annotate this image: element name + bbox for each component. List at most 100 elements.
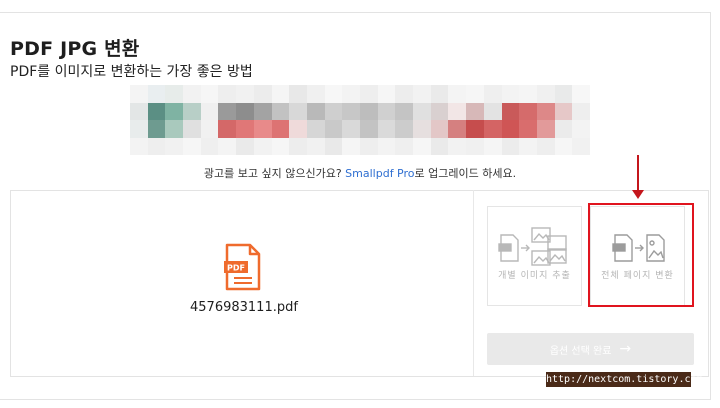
ad-pixel (183, 102, 201, 120)
ad-pixel (147, 85, 166, 103)
file-name: 4576983111.pdf (190, 300, 298, 315)
ad-pixel (324, 137, 343, 155)
ad-pixel (519, 120, 537, 138)
ad-pixel (483, 137, 502, 155)
ad-pixel (271, 120, 290, 138)
ad-pixel (306, 85, 325, 103)
panel-divider (473, 190, 474, 376)
ad-pixel (519, 137, 537, 155)
ad-pixel (377, 120, 396, 138)
ad-pixel (483, 102, 502, 120)
ad-pixel (395, 120, 414, 138)
ad-pixel (466, 102, 484, 120)
ad-pixel (554, 102, 573, 120)
option-extract-label: 개별 이미지 추출 (498, 271, 571, 281)
ad-pixel (395, 85, 414, 103)
ad-pixel (289, 137, 307, 155)
ad-pixel (200, 102, 219, 120)
ad-pixel (253, 137, 272, 155)
highlight-box (588, 203, 694, 307)
ad-pixel (430, 137, 449, 155)
ad-pixel (519, 102, 537, 120)
arrow-right-icon: → (619, 341, 632, 357)
ad-pixel (413, 137, 431, 155)
ad-pixel (147, 137, 166, 155)
ad-banner[interactable] (130, 85, 590, 155)
ad-pixel (536, 120, 555, 138)
pdf-icon-label: PDF (227, 264, 245, 273)
ad-pixel (236, 120, 254, 138)
ad-pixel (466, 137, 484, 155)
ad-pixel (430, 102, 449, 120)
ad-pixel (200, 120, 219, 138)
promo-text: 광고를 보고 싶지 않으신가요? Smallpdf Pro로 업그레이드 하세요… (203, 167, 517, 180)
ad-pixel (501, 137, 520, 155)
ad-pixel (130, 85, 148, 103)
ad-pixel (430, 85, 449, 103)
ad-pixel (395, 102, 414, 120)
ad-pixel (377, 102, 396, 120)
ad-pixel (554, 137, 573, 155)
ad-pixel (200, 85, 219, 103)
ad-pixel (236, 102, 254, 120)
ad-pixel (572, 137, 590, 155)
ad-pixel (377, 137, 396, 155)
confirm-options-button[interactable]: 옵션 선택 완료 → (487, 333, 694, 365)
ad-pixel (306, 137, 325, 155)
annotation-arrow-head (632, 190, 644, 199)
ad-pixel (342, 137, 360, 155)
ad-pixel (306, 120, 325, 138)
upgrade-link[interactable]: Smallpdf Pro (345, 167, 414, 180)
ad-pixel (218, 120, 237, 138)
ad-pixel (448, 102, 467, 120)
ad-pixel (572, 120, 590, 138)
ad-pixel (413, 102, 431, 120)
option-extract-images[interactable]: 개별 이미지 추출 (487, 206, 582, 306)
ad-pixel (466, 120, 484, 138)
ad-pixel (183, 85, 201, 103)
ad-pixel (536, 85, 555, 103)
ad-pixel (306, 102, 325, 120)
ad-pixel (147, 102, 166, 120)
watermark: http://nextcom.tistory.com (546, 372, 703, 387)
ad-pixel (536, 102, 555, 120)
ad-pixel (360, 102, 378, 120)
ad-pixel (501, 120, 520, 138)
ad-pixel (183, 120, 201, 138)
ad-pixel (554, 85, 573, 103)
ad-pixel (395, 137, 414, 155)
ad-pixel (324, 120, 343, 138)
ad-pixel (271, 102, 290, 120)
ad-pixel (342, 85, 360, 103)
ad-pixel (360, 120, 378, 138)
ad-pixel (572, 102, 590, 120)
ad-pixel (360, 85, 378, 103)
ad-pixel (130, 120, 148, 138)
ad-pixel (271, 85, 290, 103)
ad-pixel (342, 120, 360, 138)
annotation-arrow (637, 155, 639, 193)
ad-pixel (165, 102, 184, 120)
ad-pixel (554, 120, 573, 138)
ad-pixel (253, 102, 272, 120)
ad-pixel (200, 137, 219, 155)
ad-pixel (165, 120, 184, 138)
ad-pixel (165, 137, 184, 155)
ad-pixel (483, 85, 502, 103)
ad-pixel (147, 120, 166, 138)
ad-pixel (519, 85, 537, 103)
ad-pixel (324, 85, 343, 103)
ad-pixel (377, 85, 396, 103)
ad-pixel (130, 137, 148, 155)
ad-pixel (253, 85, 272, 103)
ad-pixel (324, 102, 343, 120)
ad-pixel (501, 85, 520, 103)
ad-pixel (413, 85, 431, 103)
ad-pixel (466, 85, 484, 103)
ad-pixel (165, 85, 184, 103)
ad-pixel (289, 102, 307, 120)
ad-pixel (271, 137, 290, 155)
ad-pixel (448, 85, 467, 103)
ad-pixel (413, 120, 431, 138)
ad-pixel (289, 120, 307, 138)
